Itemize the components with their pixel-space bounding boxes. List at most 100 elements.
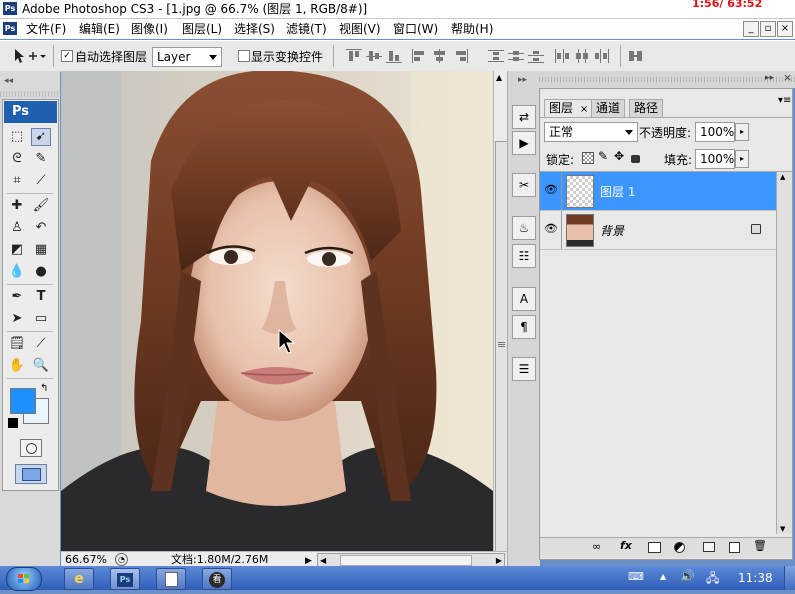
auto-select-mode-select[interactable]: Layer bbox=[152, 47, 222, 67]
menu-layer[interactable]: 图层(L) bbox=[182, 21, 222, 37]
healing-brush-tool-icon[interactable]: ✚ bbox=[7, 197, 27, 215]
lock-transparency-icon[interactable] bbox=[582, 152, 594, 164]
horizontal-scroll-thumb[interactable] bbox=[340, 555, 472, 566]
scroll-up-icon[interactable]: ▲ bbox=[496, 73, 502, 82]
gradient-tool-icon[interactable]: ▦ bbox=[31, 241, 51, 259]
eye-icon[interactable]: 👁 bbox=[544, 183, 558, 197]
eyedropper-tool-icon[interactable]: ⟋ bbox=[31, 335, 51, 353]
layer-name[interactable]: 图层 1 bbox=[600, 183, 635, 200]
expand-arrows-icon[interactable]: ▸▸ bbox=[518, 75, 527, 85]
navigator-panel-icon[interactable]: ⇄ bbox=[512, 105, 536, 129]
toolbox-grip[interactable] bbox=[0, 91, 60, 97]
collapse-panel-icon[interactable]: ▸▸ bbox=[765, 73, 774, 83]
restore-button[interactable]: ▫ bbox=[760, 21, 776, 37]
vertical-scrollbar[interactable]: ▲ bbox=[493, 71, 508, 553]
tab-layers[interactable]: 图层 × bbox=[544, 99, 594, 117]
lasso-tool-icon[interactable]: ᘓ bbox=[7, 150, 27, 168]
paragraph-panel-icon[interactable]: ¶ bbox=[512, 315, 536, 339]
brushes-panel-icon[interactable]: ♨ bbox=[512, 216, 536, 240]
lock-all-icon[interactable] bbox=[631, 155, 640, 163]
minimize-button[interactable]: _ bbox=[743, 21, 759, 37]
distribute-left-icon[interactable] bbox=[554, 49, 570, 63]
fx-icon[interactable]: fx bbox=[620, 539, 632, 552]
close-panel-icon[interactable]: × bbox=[783, 71, 792, 84]
align-right-icon[interactable] bbox=[452, 49, 468, 63]
actions-panel-icon[interactable]: ▶ bbox=[512, 131, 536, 155]
align-vcenter-icon[interactable] bbox=[366, 49, 382, 63]
fill-slider-icon[interactable]: ▸ bbox=[735, 150, 749, 168]
blend-mode-select[interactable]: 正常 bbox=[544, 122, 638, 142]
auto-align-icon[interactable] bbox=[628, 49, 644, 63]
app-icon[interactable]: 看 bbox=[202, 568, 232, 590]
distribute-right-icon[interactable] bbox=[594, 49, 610, 63]
slice-tool-icon[interactable]: ⟋ bbox=[31, 172, 51, 190]
type-tool-icon[interactable]: T bbox=[31, 288, 51, 306]
menu-view[interactable]: 视图(V) bbox=[339, 21, 381, 37]
foreground-color-swatch[interactable] bbox=[10, 388, 36, 414]
magic-wand-tool-icon[interactable]: ✎ bbox=[31, 150, 51, 168]
lock-pixels-icon[interactable]: ✎ bbox=[598, 149, 608, 163]
align-top-icon[interactable] bbox=[346, 49, 362, 63]
horizontal-scrollbar[interactable]: ◀ ▶ bbox=[317, 553, 505, 567]
menu-image[interactable]: 图像(I) bbox=[131, 21, 168, 37]
eye-icon[interactable]: 👁 bbox=[544, 222, 558, 236]
menu-filter[interactable]: 滤镜(T) bbox=[286, 21, 327, 37]
clone-stamp-tool-icon[interactable]: ♙ bbox=[7, 219, 27, 237]
zoom-tool-icon[interactable]: 🔍 bbox=[31, 357, 51, 375]
show-desktop-button[interactable] bbox=[784, 566, 795, 590]
document-icon[interactable]: Ps bbox=[3, 22, 17, 35]
tab-paths[interactable]: 路径 bbox=[629, 99, 664, 117]
adjustment-icon[interactable] bbox=[674, 542, 685, 553]
opacity-slider-icon[interactable]: ▸ bbox=[735, 123, 749, 141]
menu-select[interactable]: 选择(S) bbox=[234, 21, 275, 37]
layer-name[interactable]: 背景 bbox=[600, 222, 624, 239]
menu-edit[interactable]: 编辑(E) bbox=[79, 21, 120, 37]
screen-mode-icon[interactable] bbox=[15, 464, 47, 484]
scroll-down-icon[interactable]: ▼ bbox=[780, 525, 785, 533]
ie-icon[interactable]: e bbox=[64, 568, 94, 590]
rectangle-tool-icon[interactable]: ▭ bbox=[31, 310, 51, 328]
distribute-hcenter-icon[interactable] bbox=[574, 49, 590, 63]
volume-icon[interactable]: 🔊 bbox=[680, 569, 695, 583]
marquee-tool-icon[interactable]: ⬚ bbox=[7, 128, 27, 146]
align-left-icon[interactable] bbox=[412, 49, 428, 63]
start-button[interactable] bbox=[6, 567, 42, 591]
notes-tool-icon[interactable]: 🗒 bbox=[7, 335, 27, 353]
distribute-bottom-icon[interactable] bbox=[528, 49, 544, 63]
new-layer-icon[interactable] bbox=[729, 542, 740, 553]
close-button[interactable]: × bbox=[777, 21, 793, 37]
lock-position-icon[interactable]: ✥ bbox=[614, 149, 624, 163]
tool-presets-panel-icon[interactable]: ✂ bbox=[512, 173, 536, 197]
dodge-tool-icon[interactable]: ● bbox=[31, 263, 51, 281]
show-transform-checkbox[interactable] bbox=[238, 50, 250, 62]
layers-scrollbar[interactable]: ▲ ▼ bbox=[776, 172, 792, 534]
layer-comps-panel-icon[interactable]: ☰ bbox=[512, 357, 536, 381]
crop-tool-icon[interactable]: ⌗ bbox=[7, 172, 27, 190]
align-bottom-icon[interactable] bbox=[386, 49, 402, 63]
zoom-level[interactable]: 66.67% bbox=[65, 552, 107, 567]
auto-select-checkbox[interactable]: ✓ bbox=[61, 50, 73, 62]
tab-channels[interactable]: 通道 bbox=[591, 99, 626, 117]
trash-icon[interactable]: 🗑 bbox=[753, 539, 767, 552]
photoshop-icon[interactable]: Ps bbox=[110, 568, 140, 590]
quick-mask-icon[interactable] bbox=[20, 439, 42, 457]
hand-tool-icon[interactable]: ✋ bbox=[7, 357, 27, 375]
align-hcenter-icon[interactable] bbox=[432, 49, 448, 63]
keyboard-icon[interactable]: ⌨ bbox=[628, 570, 644, 583]
clone-source-panel-icon[interactable]: ☷ bbox=[512, 244, 536, 268]
default-colors-icon[interactable] bbox=[8, 418, 18, 428]
move-tool-preset-icon[interactable] bbox=[12, 47, 46, 65]
tray-expand-icon[interactable]: ▲ bbox=[660, 572, 666, 581]
blur-tool-icon[interactable]: 💧 bbox=[7, 263, 27, 281]
scroll-up-icon[interactable]: ▲ bbox=[780, 173, 785, 181]
layer-row-background[interactable]: 👁 背景 bbox=[540, 211, 776, 250]
panel-grip[interactable] bbox=[539, 77, 795, 82]
close-tab-icon[interactable]: × bbox=[580, 104, 588, 115]
mask-icon[interactable] bbox=[648, 542, 661, 553]
status-info-icon[interactable]: ◔ bbox=[115, 553, 128, 566]
path-selection-tool-icon[interactable]: ➤ bbox=[7, 310, 27, 328]
pen-tool-icon[interactable]: ✒ bbox=[7, 288, 27, 306]
layer-row-layer1[interactable]: 👁 图层 1 bbox=[540, 172, 776, 211]
menu-help[interactable]: 帮助(H) bbox=[451, 21, 493, 37]
network-icon[interactable]: 🖧 bbox=[706, 569, 719, 590]
